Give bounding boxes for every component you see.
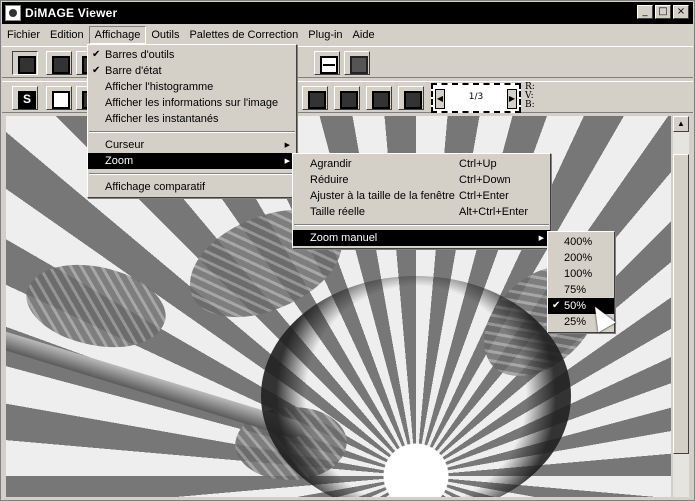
window-title: DiMAGE Viewer <box>25 6 118 20</box>
menu-item-agrandir[interactable]: Agrandir Ctrl+Up <box>293 156 550 172</box>
menu-separator <box>89 131 295 133</box>
scroll-thumb[interactable] <box>673 154 689 454</box>
menu-item-instantanes[interactable]: Afficher les instantanés <box>88 111 296 127</box>
zoom-option-label: 50% <box>564 300 587 312</box>
fit-window-icon[interactable] <box>314 51 340 75</box>
zoom-option-label: 25% <box>564 316 587 328</box>
tone-curve-icon[interactable] <box>46 86 72 110</box>
menu-bar: Fichier Edition Affichage Outils Palette… <box>2 25 693 45</box>
menu-item-label: Barre d'état <box>105 65 162 77</box>
menu-item-zoom[interactable]: Zoom ▶ <box>88 153 296 169</box>
window-controls: _ □ × <box>637 5 689 19</box>
zoom-submenu: Agrandir Ctrl+Up Réduire Ctrl+Down Ajust… <box>292 153 551 249</box>
menu-item-label: Taille réelle <box>310 206 366 218</box>
menu-item-label: Zoom <box>105 155 134 167</box>
app-window: DiMAGE Viewer _ □ × Fichier Edition Affi… <box>0 0 695 501</box>
black-frame-icon[interactable] <box>398 86 424 110</box>
zoom-option-label: 400% <box>564 236 593 248</box>
menu-item-label: Afficher les instantanés <box>105 113 219 125</box>
zoom-option-400[interactable]: 400% <box>548 234 614 250</box>
menu-item-barre-etat[interactable]: ✔ Barre d'état <box>88 63 296 79</box>
rgb-readout: R: V: B: <box>525 83 535 110</box>
layers-icon[interactable] <box>366 86 392 110</box>
rgb-b-label: B: <box>525 100 535 110</box>
affichage-menu: ✔ Barres d'outils ✔ Barre d'état Affiche… <box>87 44 297 198</box>
zoom-option-75[interactable]: 75% <box>548 282 614 298</box>
menu-item-curseur[interactable]: Curseur ▶ <box>88 137 296 153</box>
frame-counter: 1/3 <box>468 92 484 102</box>
saturation-icon[interactable] <box>12 86 38 110</box>
rotate-icon[interactable] <box>344 51 370 75</box>
menu-item-label: Afficher l'histogramme <box>105 81 214 93</box>
menu-item-barres-outils[interactable]: ✔ Barres d'outils <box>88 47 296 63</box>
menu-item-affichage-comparatif[interactable]: Affichage comparatif <box>88 179 296 195</box>
menu-item-ajuster[interactable]: Ajuster à la taille de la fenêtre Ctrl+E… <box>293 188 550 204</box>
menu-plugin[interactable]: Plug-in <box>303 26 347 44</box>
menu-item-label: Affichage comparatif <box>105 181 206 193</box>
menu-palettes[interactable]: Palettes de Correction <box>184 26 303 44</box>
menu-item-zoom-manuel[interactable]: Zoom manuel ▶ <box>293 230 550 246</box>
scroll-up-button[interactable]: ▲ <box>673 116 689 132</box>
menu-item-label: Barres d'outils <box>105 49 175 61</box>
submenu-arrow-icon: ▶ <box>284 141 290 149</box>
menu-edition[interactable]: Edition <box>45 26 89 44</box>
menu-item-label: Réduire <box>310 174 349 186</box>
menu-shortcut: Ctrl+Up <box>459 158 497 170</box>
display-mode-icon[interactable] <box>334 86 360 110</box>
next-frame-button[interactable]: ▶ <box>507 89 517 109</box>
zoom-option-label: 200% <box>564 252 593 264</box>
menu-item-label: Zoom manuel <box>310 232 378 244</box>
menu-aide[interactable]: Aide <box>348 26 380 44</box>
zoom-option-label: 100% <box>564 268 593 280</box>
menu-separator <box>294 224 549 226</box>
previous-frame-button[interactable]: ◀ <box>435 89 445 109</box>
maximize-button[interactable]: □ <box>655 5 671 19</box>
check-icon: ✔ <box>92 49 101 60</box>
submenu-arrow-icon: ▶ <box>284 157 290 165</box>
menu-item-informations[interactable]: Afficher les informations sur l'image <box>88 95 296 111</box>
thumbnail-view-icon[interactable] <box>12 51 38 75</box>
menu-item-taille-reelle[interactable]: Taille réelle Alt+Ctrl+Enter <box>293 204 550 220</box>
compare-view-icon[interactable] <box>302 86 328 110</box>
frame-navigator: ◀ 1/3 ▶ <box>431 83 521 113</box>
zoom-option-200[interactable]: 200% <box>548 250 614 266</box>
menu-item-histogramme[interactable]: Afficher l'histogramme <box>88 79 296 95</box>
menu-fichier[interactable]: Fichier <box>2 26 45 44</box>
vertical-scrollbar[interactable]: ▲ <box>673 116 689 497</box>
app-logo-icon <box>5 5 21 21</box>
check-icon: ✔ <box>92 65 101 76</box>
menu-shortcut: Ctrl+Down <box>459 174 511 186</box>
menu-affichage[interactable]: Affichage <box>88 26 147 44</box>
menu-shortcut: Ctrl+Enter <box>459 190 509 202</box>
menu-item-label: Afficher les informations sur l'image <box>105 97 279 109</box>
menu-outils[interactable]: Outils <box>146 26 184 44</box>
submenu-arrow-icon: ▶ <box>538 234 544 242</box>
menu-item-label: Curseur <box>105 139 145 151</box>
save-icon[interactable] <box>46 51 72 75</box>
menu-separator <box>89 173 295 175</box>
minimize-button[interactable]: _ <box>637 5 653 19</box>
menu-item-label: Ajuster à la taille de la fenêtre <box>310 190 455 202</box>
menu-shortcut: Alt+Ctrl+Enter <box>459 206 529 218</box>
zoom-option-100[interactable]: 100% <box>548 266 614 282</box>
zoom-option-label: 75% <box>564 284 587 296</box>
close-button[interactable]: × <box>673 5 689 19</box>
check-icon: ✔ <box>552 300 561 311</box>
menu-item-label: Agrandir <box>310 158 352 170</box>
title-bar: DiMAGE Viewer _ □ × <box>2 2 693 24</box>
menu-item-reduire[interactable]: Réduire Ctrl+Down <box>293 172 550 188</box>
plant-stem <box>6 326 305 441</box>
